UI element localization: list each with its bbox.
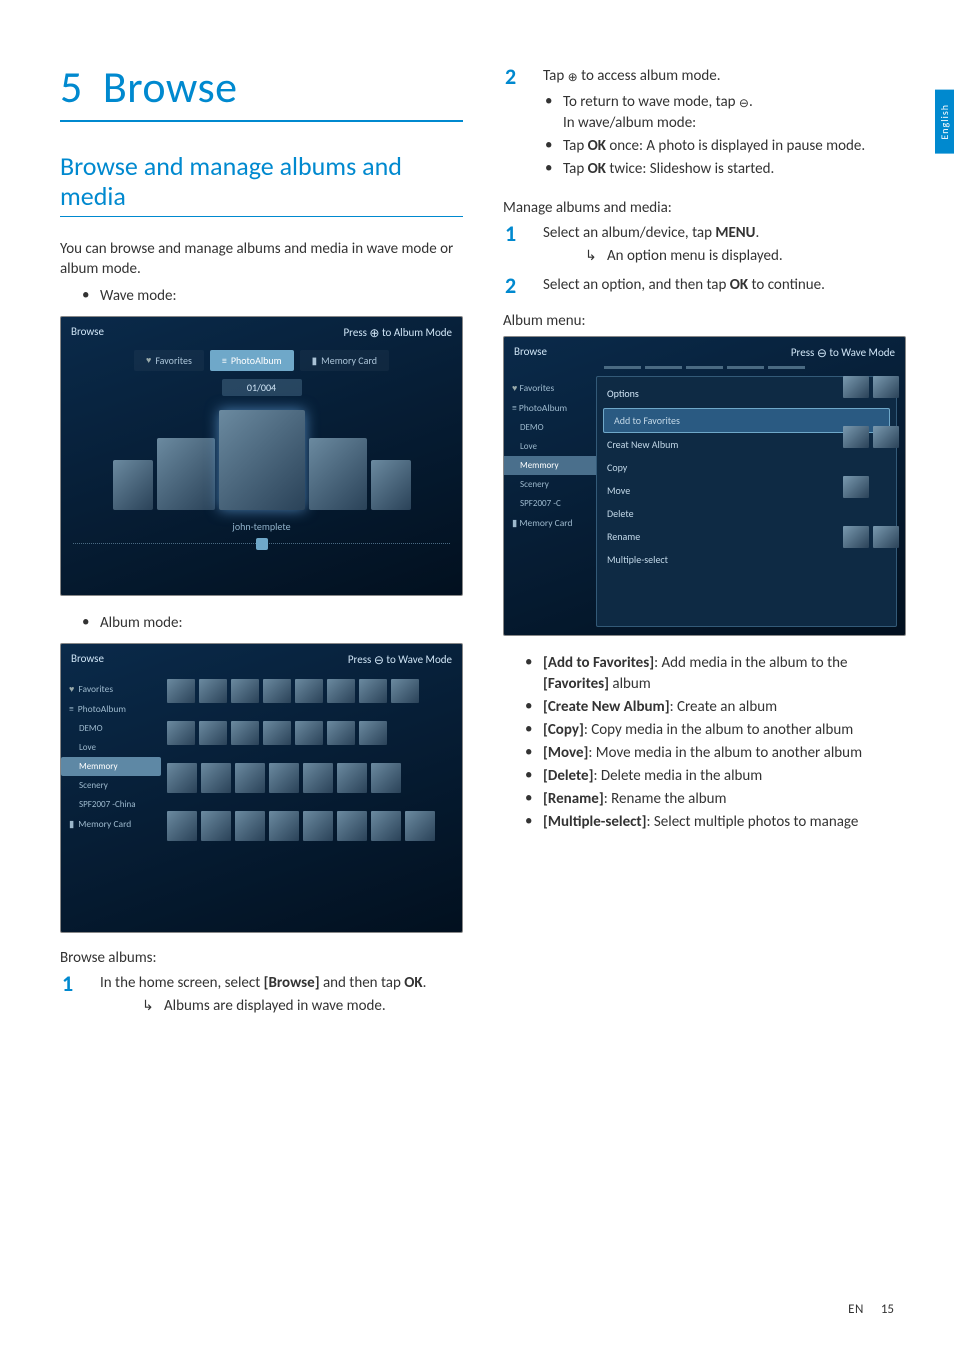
sidebar-photoalbum: ≡ PhotoAlbum <box>504 398 596 418</box>
chapter-title: 5 Browse <box>60 60 463 122</box>
sidebar-spf: SPF2007 -China <box>61 795 161 814</box>
sidebar-scenery: Scenery <box>504 475 596 494</box>
right-column: 2 Tap ⊕ to access album mode. To return … <box>503 60 906 1027</box>
wave-mode-screenshot: Browse Press ⊕ to Album Mode ♥Favorites … <box>60 316 463 596</box>
sidebar-scenery: Scenery <box>61 776 161 795</box>
thumb <box>371 460 411 510</box>
chapter-name: Browse <box>103 60 238 114</box>
step-2: 2 Tap ⊕ to access album mode. To return … <box>503 66 906 181</box>
def-create: [Create New Album]: Create an album <box>543 696 906 719</box>
sidebar-demo: DEMO <box>61 719 161 738</box>
heart-icon: ♥ <box>512 383 517 394</box>
card-icon: ▮ <box>512 517 517 529</box>
manage-step-1-result: An option menu is displayed. <box>543 246 906 267</box>
manage-head: Manage albums and media: <box>503 199 906 217</box>
ss-title: Browse <box>514 345 547 360</box>
list-icon: ≡ <box>512 402 517 414</box>
footer-page: 15 <box>881 1302 894 1317</box>
step-number: 2 <box>505 271 516 302</box>
sidebar-photoalbum: ≡PhotoAlbum <box>61 699 161 719</box>
def-copy: [Copy]: Copy media in the album to anoth… <box>543 719 906 742</box>
list-icon: ≡ <box>222 354 227 367</box>
sidebar-memmory: Memmory <box>504 456 596 475</box>
def-move: [Move]: Move media in the album to anoth… <box>543 742 906 765</box>
section-title: Browse and manage albums and media <box>60 152 463 217</box>
step-number: 2 <box>505 62 516 93</box>
menu-sidebar: ♥ Favorites ≡ PhotoAlbum DEMO Love Memmo… <box>504 372 596 635</box>
def-addfav: [Add to Favorites]: Add media in the alb… <box>543 652 906 696</box>
tab-memorycard: ▮Memory Card <box>300 350 389 371</box>
right-thumbs <box>843 376 899 548</box>
sidebar-favorites: ♥ Favorites <box>504 378 596 398</box>
album-menu-screenshot: Browse Press ⊖ to Wave Mode ♥ Favorites … <box>503 336 906 636</box>
sidebar-memorycard: ▮ Memory Card <box>504 513 596 533</box>
album-menu-head: Album menu: <box>503 312 906 330</box>
step2-sub3: Tap OK twice: Slideshow is started. <box>563 158 906 181</box>
ss-title: Browse <box>71 652 104 667</box>
thumb-focused <box>219 410 305 510</box>
language-tab: English <box>935 90 954 154</box>
thumb <box>309 438 367 510</box>
chapter-number: 5 <box>60 60 83 114</box>
thumb <box>157 438 215 510</box>
thumb <box>113 460 153 510</box>
ss-hint: Press ⊖ to Wave Mode <box>348 652 452 667</box>
sidebar-spf: SPF2007 -C <box>504 494 596 513</box>
step-number: 1 <box>62 969 73 1000</box>
step2-sub2: Tap OK once: A photo is displayed in pau… <box>563 135 906 158</box>
photo-caption: john-templete <box>61 520 462 533</box>
def-multiselect: [Multiple-select]: Select multiple photo… <box>543 811 906 834</box>
manage-step-2: 2 Select an option, and then tap OK to c… <box>503 275 906 296</box>
sidebar-favorites: ♥Favorites <box>61 679 161 699</box>
position-bar <box>73 543 450 557</box>
album-mode-screenshot: Browse Press ⊖ to Wave Mode ♥Favorites ≡… <box>60 643 463 933</box>
browse-albums-head: Browse albums: <box>60 949 463 967</box>
album-mode-label: Album mode: <box>100 612 463 635</box>
position-marker <box>256 538 268 550</box>
tab-favorites: ♥Favorites <box>134 350 204 371</box>
step2-sub1: To return to wave mode, tap ⊖. In wave/a… <box>563 91 906 135</box>
def-delete: [Delete]: Delete media in the album <box>543 765 906 788</box>
def-rename: [Rename]: Rename the album <box>543 788 906 811</box>
sidebar-love: Love <box>61 738 161 757</box>
tab-photoalbum: ≡PhotoAlbum <box>210 350 294 371</box>
card-icon: ▮ <box>69 818 74 830</box>
wave-mode-label: Wave mode: <box>100 285 463 308</box>
heart-icon: ♥ <box>69 684 74 695</box>
intro-text: You can browse and manage albums and med… <box>60 239 463 280</box>
sidebar-memorycard: ▮Memory Card <box>61 814 161 834</box>
ss-title: Browse <box>71 325 104 340</box>
sidebar-love: Love <box>504 437 596 456</box>
left-column: 5 Browse Browse and manage albums and med… <box>60 60 463 1027</box>
zoom-out-icon: ⊖ <box>817 347 827 361</box>
thumbnail-grid <box>161 673 462 932</box>
heart-icon: ♥ <box>146 355 151 366</box>
card-icon: ▮ <box>312 354 318 367</box>
manage-step-1: 1 Select an album/device, tap MENU. An o… <box>503 223 906 267</box>
filmstrip <box>61 410 462 510</box>
list-icon: ≡ <box>69 703 74 715</box>
zoom-in-icon: ⊕ <box>369 327 379 341</box>
step-1: 1 In the home screen, select [Browse] an… <box>60 973 463 1017</box>
ss-hint: Press ⊕ to Album Mode <box>343 325 452 340</box>
album-sidebar: ♥Favorites ≡PhotoAlbum DEMO Love Memmory… <box>61 673 161 932</box>
zoom-in-icon: ⊕ <box>568 71 578 85</box>
opt-multiselect: Multiple-select <box>597 548 896 571</box>
step-number: 1 <box>505 219 516 250</box>
footer-lang: EN <box>848 1302 864 1317</box>
zoom-out-icon: ⊖ <box>739 97 749 111</box>
step-1-result: Albums are displayed in wave mode. <box>100 996 463 1017</box>
step2-note: In wave/album mode: <box>563 113 906 134</box>
photo-counter: 01/004 <box>222 379 302 396</box>
page-footer: EN 15 <box>848 1302 894 1317</box>
ss-hint: Press ⊖ to Wave Mode <box>791 345 895 360</box>
sidebar-demo: DEMO <box>504 418 596 437</box>
sidebar-memmory: Memmory <box>61 757 161 776</box>
zoom-out-icon: ⊖ <box>374 654 384 668</box>
